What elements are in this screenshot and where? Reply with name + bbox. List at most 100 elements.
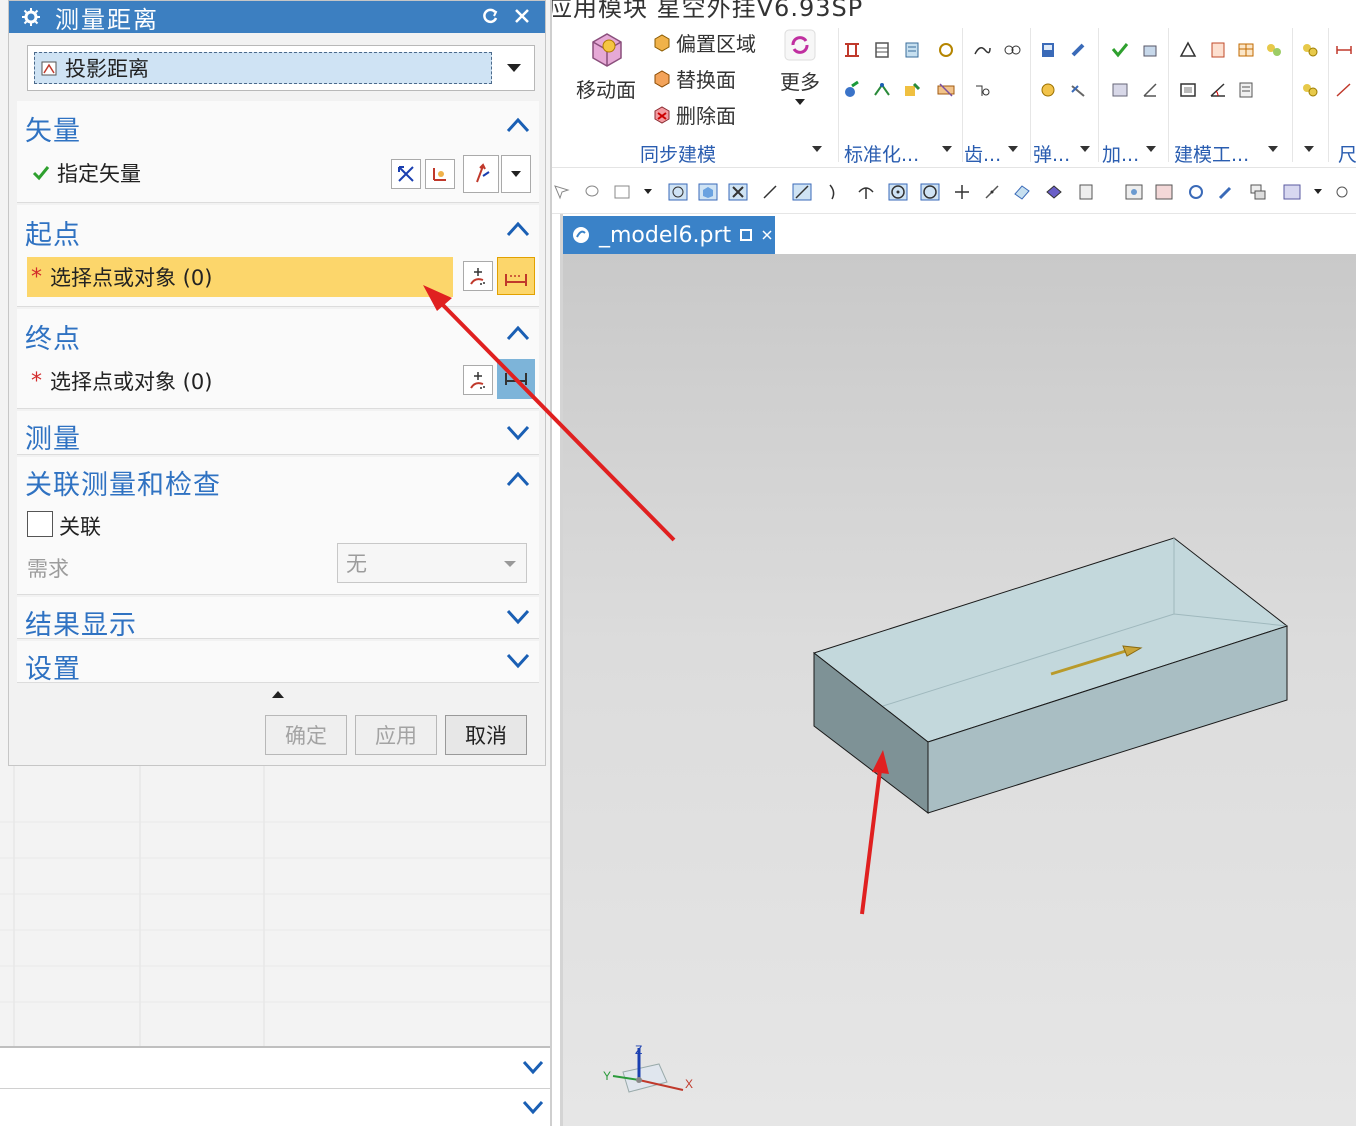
group-add-caret-icon[interactable] — [1146, 146, 1156, 152]
point-on-face-icon[interactable] — [1012, 182, 1032, 202]
group-standardize[interactable]: 标准化... — [844, 140, 919, 167]
measure-type-dropdown[interactable] — [500, 52, 528, 84]
group-dim[interactable]: 尺 — [1338, 140, 1356, 167]
tool-set-icon[interactable] — [1264, 40, 1284, 60]
ok-button[interactable]: 确定 — [265, 715, 347, 755]
rotate-view-icon[interactable] — [1186, 182, 1206, 202]
check-add-icon[interactable] — [1110, 40, 1130, 60]
point-on-curve-icon[interactable] — [982, 182, 1002, 202]
brush-icon[interactable] — [1216, 182, 1236, 202]
existing-point-icon[interactable] — [952, 182, 972, 202]
dialog-titlebar[interactable]: 测量距离 — [9, 1, 545, 34]
collapse-vector-icon[interactable] — [505, 115, 531, 135]
group-gear-caret-icon[interactable] — [1008, 146, 1018, 152]
close-tab-icon[interactable] — [761, 229, 773, 241]
group-sync-modeling[interactable]: 同步建模 — [640, 140, 716, 167]
collapse-assoc-icon[interactable] — [505, 469, 531, 489]
section-vector-title[interactable]: 矢量 — [25, 109, 81, 148]
render-dropdown-icon[interactable] — [1314, 189, 1322, 194]
section-settings-title[interactable]: 设置 — [25, 647, 81, 686]
view-sheet-icon[interactable] — [1154, 182, 1174, 202]
edit-view-icon[interactable] — [1332, 182, 1352, 202]
dim-icon[interactable] — [1334, 40, 1354, 60]
section-start-title[interactable]: 起点 — [25, 213, 81, 252]
bolt-icon[interactable] — [902, 40, 922, 60]
add-shape-icon[interactable] — [1140, 40, 1160, 60]
angle-measure-icon[interactable] — [1208, 80, 1228, 100]
snap-view-icon[interactable] — [668, 182, 688, 202]
select-filter-icon[interactable] — [552, 182, 572, 202]
curve-snap-icon[interactable] — [824, 182, 844, 202]
expand-settings-icon[interactable] — [505, 651, 531, 671]
group-gear[interactable]: 齿... — [964, 140, 1001, 167]
group-standardize-caret-icon[interactable] — [942, 146, 952, 152]
measure-type-select[interactable]: 投影距离 — [27, 45, 535, 91]
cancel-button[interactable]: 取消 — [445, 715, 527, 755]
chain-icon[interactable] — [936, 80, 956, 100]
associative-checkbox[interactable] — [27, 511, 53, 537]
midpoint-snap-icon[interactable] — [792, 182, 812, 202]
model-box-graphic[interactable]: Z X Y — [563, 254, 1356, 1126]
reset-icon[interactable] — [479, 5, 501, 27]
spring-compress-icon[interactable] — [1068, 40, 1088, 60]
triangle-icon[interactable] — [1178, 40, 1198, 60]
weld-icon[interactable] — [872, 80, 892, 100]
standard-part-icon[interactable] — [842, 40, 862, 60]
delete-face-button[interactable]: 删除面 — [652, 100, 736, 129]
section-measure-title[interactable]: 测量 — [25, 417, 81, 456]
start-point-filter-button[interactable] — [497, 257, 535, 295]
gear-link-icon[interactable] — [936, 40, 956, 60]
vector-constructor-button[interactable] — [425, 159, 455, 189]
end-point-filter-button[interactable] — [497, 359, 535, 399]
end-point-dialog-button[interactable] — [463, 365, 493, 395]
spring-icon[interactable] — [1038, 40, 1058, 60]
group-assembly-caret-icon[interactable] — [1304, 146, 1314, 152]
expand-details-icon[interactable] — [521, 1098, 545, 1116]
perpendicular-snap-icon[interactable] — [856, 182, 876, 202]
layer-icon[interactable] — [1076, 182, 1096, 202]
assembly-2-icon[interactable] — [1300, 80, 1320, 100]
specify-vector-row[interactable]: 指定矢量 — [27, 153, 387, 193]
group-spring[interactable]: 弹... — [1033, 140, 1070, 167]
replace-face-button[interactable]: 替换面 — [652, 64, 736, 93]
mold-icon[interactable] — [902, 80, 922, 100]
inferred-vector-button[interactable] — [463, 155, 499, 193]
lasso-icon[interactable] — [582, 182, 602, 202]
bounded-grid-icon[interactable] — [1044, 182, 1064, 202]
fastener-icon[interactable] — [872, 40, 892, 60]
expand-dependents-icon[interactable] — [521, 1058, 545, 1076]
measure-type-value[interactable]: 投影距离 — [34, 52, 492, 84]
line-snap-icon[interactable] — [760, 182, 780, 202]
render-style-icon[interactable] — [1282, 182, 1302, 202]
section-results-title[interactable]: 结果显示 — [25, 603, 137, 642]
start-point-dialog-button[interactable] — [463, 261, 493, 291]
offset-region-button[interactable]: 偏置区域 — [652, 28, 756, 57]
move-face-button[interactable]: 移动面 — [576, 28, 636, 103]
expand-measure-icon[interactable] — [505, 423, 531, 443]
add-block-icon[interactable] — [1110, 80, 1130, 100]
group-modeling-tools-caret-icon[interactable] — [1268, 146, 1278, 152]
apply-button[interactable]: 应用 — [355, 715, 437, 755]
view-orient-icon[interactable] — [1124, 182, 1144, 202]
start-select-object-row[interactable]: * 选择点或对象 (0) — [27, 257, 453, 297]
quadrant-snap-icon[interactable] — [920, 182, 940, 202]
section-end-title[interactable]: 终点 — [25, 317, 81, 356]
gear-mesh-icon[interactable] — [1002, 40, 1022, 60]
end-select-object-row[interactable]: * 选择点或对象 (0) — [27, 361, 453, 401]
group-sync-modeling-caret-icon[interactable] — [812, 146, 822, 152]
group-spring-caret-icon[interactable] — [1080, 146, 1090, 152]
reverse-direction-button[interactable] — [391, 159, 421, 189]
select-dropdown-icon[interactable] — [644, 189, 652, 194]
solid-body-icon[interactable] — [698, 182, 718, 202]
more-button[interactable]: 更多 — [780, 28, 820, 105]
gear-tooth-icon[interactable] — [972, 40, 992, 60]
frame-icon[interactable] — [1178, 80, 1198, 100]
close-icon[interactable] — [511, 5, 533, 27]
spring-ring-icon[interactable] — [1038, 80, 1058, 100]
assembly-icon[interactable] — [1300, 40, 1320, 60]
spring-wire-icon[interactable] — [1068, 80, 1088, 100]
collapse-end-icon[interactable] — [505, 323, 531, 343]
collapse-dialog-icon[interactable] — [272, 691, 284, 698]
center-snap-icon[interactable] — [888, 182, 908, 202]
group-modeling-tools[interactable]: 建模工... — [1174, 140, 1249, 167]
